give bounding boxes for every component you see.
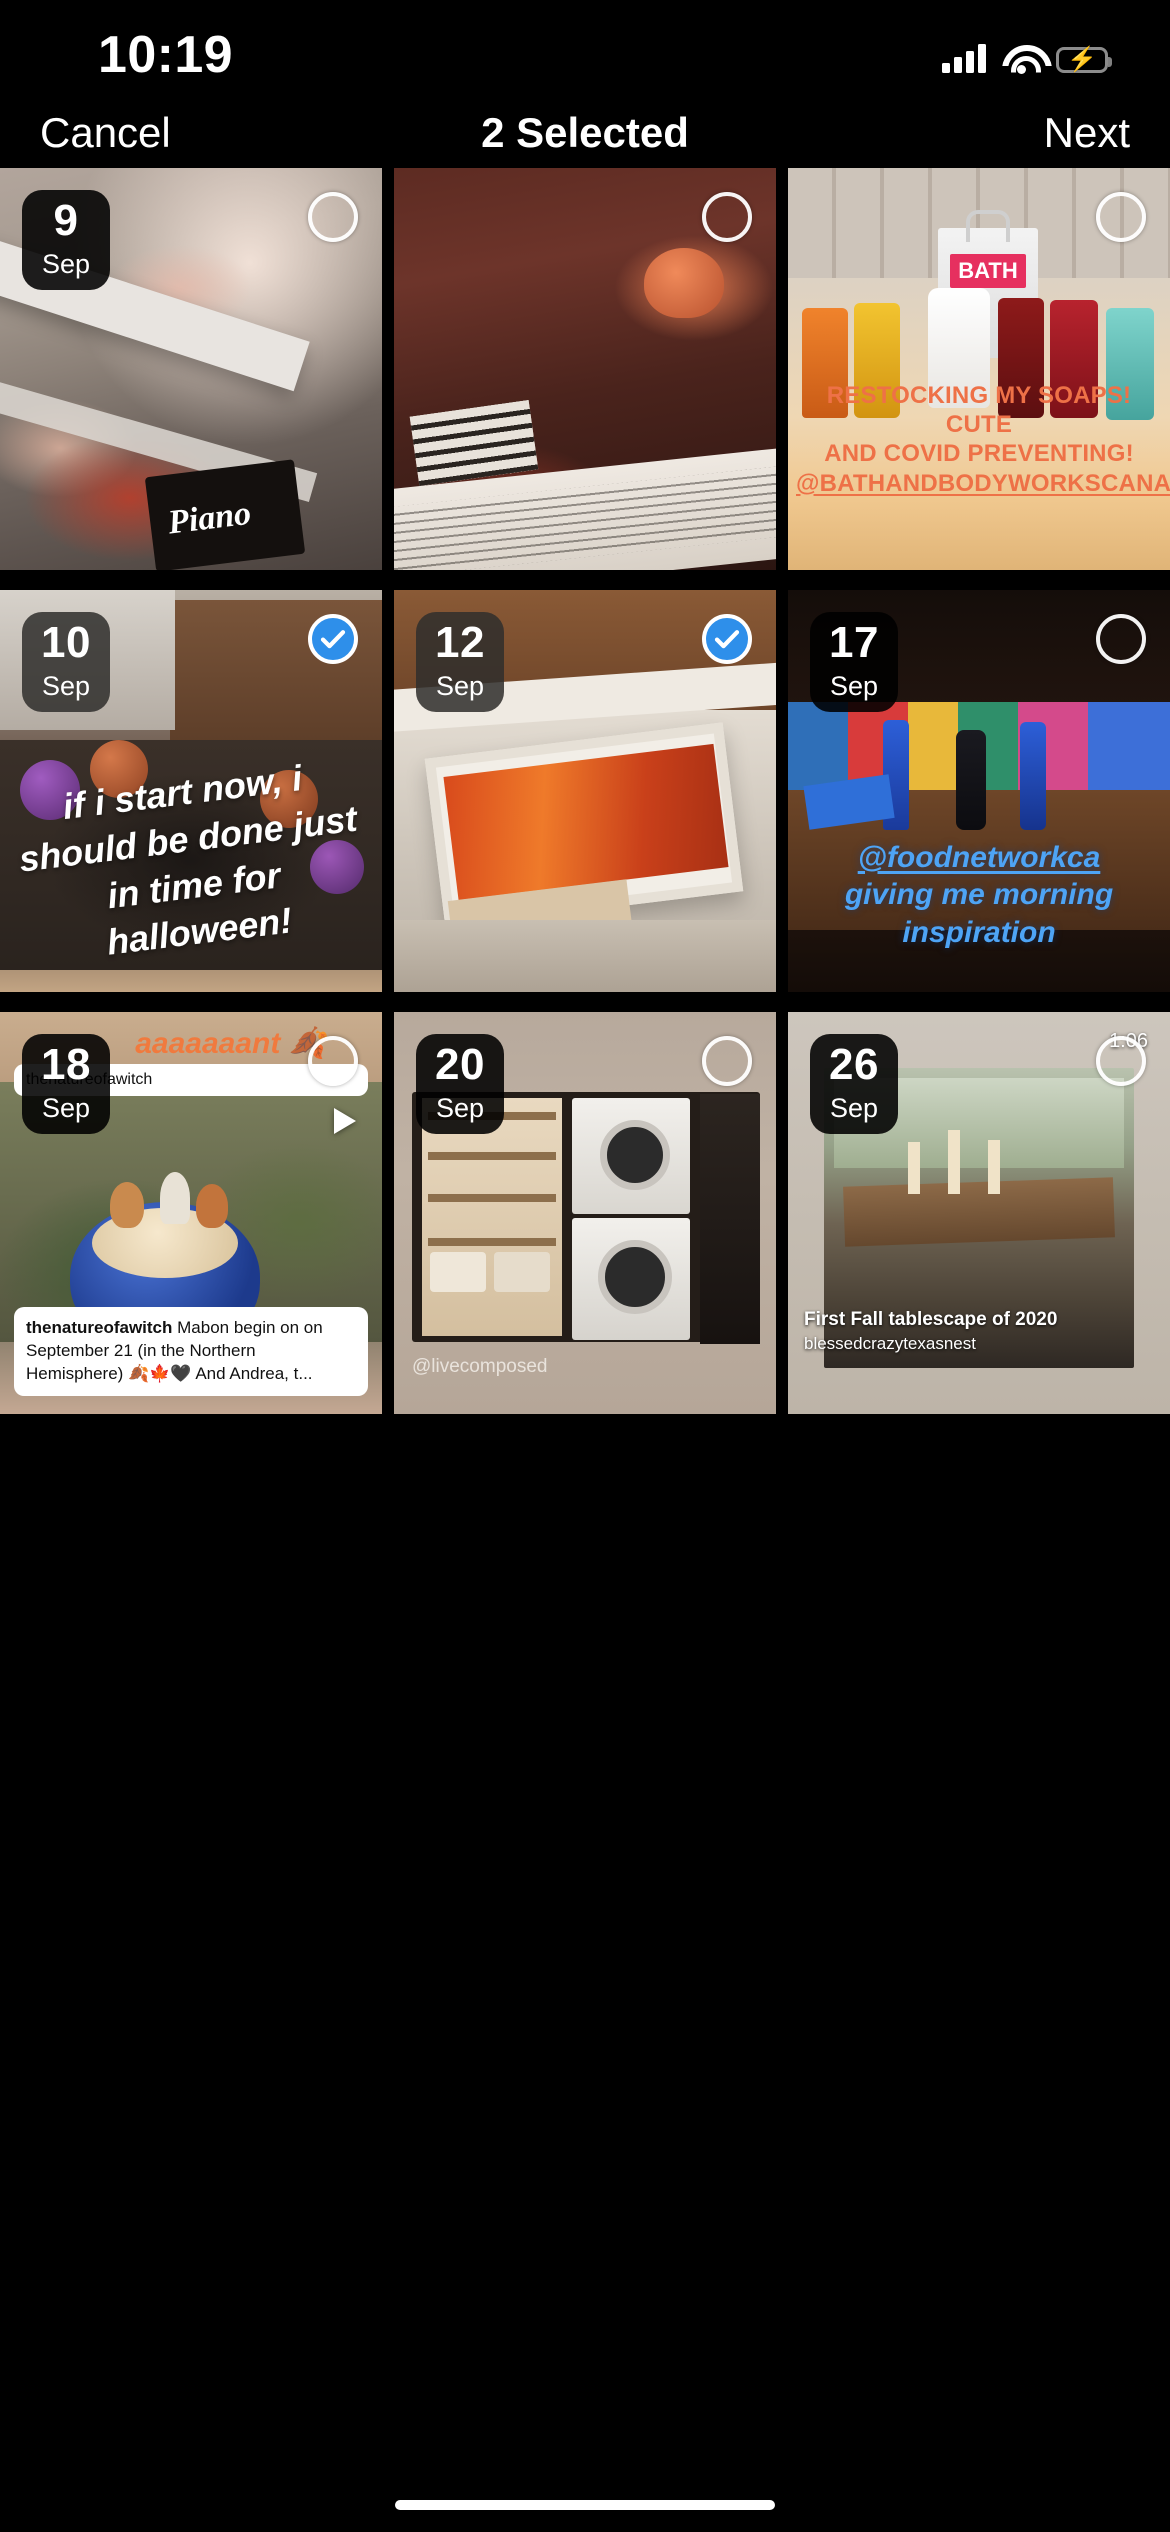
grid-cell-3[interactable]: if i start now, i should be done just in… xyxy=(0,590,382,992)
selection-toggle-6[interactable] xyxy=(308,1036,358,1086)
date-badge-month: Sep xyxy=(435,1093,485,1123)
handle-text-7: @livecomposed xyxy=(412,1356,547,1378)
date-badge-day: 12 xyxy=(435,618,485,667)
date-badge-day: 9 xyxy=(53,196,79,245)
date-badge-month: Sep xyxy=(41,1093,91,1123)
selection-toggle-0[interactable] xyxy=(308,192,358,242)
story-text-overlay-2: RESTOCKING MY SOAPS! CUTE AND COVID PREV… xyxy=(796,381,1170,498)
next-button[interactable]: Next xyxy=(1044,98,1130,168)
story-mention-link: @BATHANDBODYWORKSCANADA xyxy=(796,469,1170,497)
date-badge-day: 26 xyxy=(829,1040,879,1089)
selection-toggle-3[interactable] xyxy=(308,614,358,664)
story-archive-grid: Piano 9 Sep BATH RESTOCKING MY SOAPS! CU… xyxy=(0,168,1170,2398)
grid-cell-1[interactable] xyxy=(394,168,776,570)
checkmark-icon xyxy=(714,630,740,649)
selection-toggle-5[interactable] xyxy=(1096,614,1146,664)
video-caption-title: First Fall tablescape of 2020 xyxy=(804,1309,1058,1330)
signal-bars-icon xyxy=(942,43,986,73)
selection-toggle-8[interactable] xyxy=(1096,1036,1146,1086)
date-badge-5: 17 Sep xyxy=(810,612,898,712)
selection-toggle-7[interactable] xyxy=(702,1036,752,1086)
navigation-bar: Cancel 2 Selected Next xyxy=(0,98,1170,168)
story-text-line: giving me morning xyxy=(844,878,1114,912)
date-badge-day: 10 xyxy=(41,618,91,667)
selection-toggle-4[interactable] xyxy=(702,614,752,664)
home-indicator[interactable] xyxy=(395,2500,775,2510)
grid-cell-0[interactable]: Piano 9 Sep xyxy=(0,168,382,570)
status-bar-indicators: ⚡ xyxy=(942,33,1112,74)
story-text-line: AND COVID PREVENTING! xyxy=(824,440,1134,468)
play-icon[interactable] xyxy=(334,1108,356,1134)
date-badge-day: 18 xyxy=(41,1040,91,1089)
battery-charging-icon: ⚡ xyxy=(1056,47,1112,73)
video-caption-author: blessedcrazytexasnest xyxy=(804,1334,976,1353)
wifi-icon xyxy=(1002,43,1040,74)
date-badge-0: 9 Sep xyxy=(22,190,110,290)
date-badge-month: Sep xyxy=(829,1093,879,1123)
date-badge-day: 17 xyxy=(829,618,879,667)
story-text-line: aaaaaaant 🍂 xyxy=(135,1027,326,1060)
grid-cell-7[interactable]: @livecomposed 20 Sep xyxy=(394,1012,776,1414)
page-title: 2 Selected xyxy=(481,109,689,156)
date-badge-3: 10 Sep xyxy=(22,612,110,712)
handle-text: @livecomposed xyxy=(412,1356,548,1377)
status-bar: 10:19 ⚡ xyxy=(0,0,1170,98)
grid-cell-5[interactable]: @foodnetworkca giving me morning inspira… xyxy=(788,590,1170,992)
status-bar-time: 10:19 xyxy=(98,26,233,84)
grid-cell-2[interactable]: BATH RESTOCKING MY SOAPS! CUTE AND COVID… xyxy=(788,168,1170,570)
selection-toggle-2[interactable] xyxy=(1096,192,1146,242)
video-caption-8: First Fall tablescape of 2020 blessedcra… xyxy=(804,1309,1057,1354)
post-caption-6: thenatureofawitch Mabon begin on on Sept… xyxy=(14,1307,368,1396)
date-badge-6: 18 Sep xyxy=(22,1034,110,1134)
story-text-line: inspiration xyxy=(902,916,1056,950)
grid-cell-6[interactable]: aaaaaaant 🍂 thenatureofawitch thenatureo… xyxy=(0,1012,382,1414)
date-badge-month: Sep xyxy=(41,671,91,701)
story-mention-link: @foodnetworkca xyxy=(857,840,1101,874)
checkmark-icon xyxy=(320,630,346,649)
grid-cell-8[interactable]: 1:06 First Fall tablescape of 2020 bless… xyxy=(788,1012,1170,1414)
date-badge-month: Sep xyxy=(829,671,879,701)
story-text-overlay-5: @foodnetworkca giving me morning inspira… xyxy=(796,839,1162,952)
grid-cell-4[interactable]: 12 Sep xyxy=(394,590,776,992)
date-badge-day: 20 xyxy=(435,1040,485,1089)
date-badge-8: 26 Sep xyxy=(810,1034,898,1134)
story-text-line: RESTOCKING MY SOAPS! CUTE xyxy=(826,381,1132,439)
date-badge-month: Sep xyxy=(435,671,485,701)
date-badge-7: 20 Sep xyxy=(416,1034,504,1134)
date-badge-month: Sep xyxy=(41,249,91,279)
date-badge-4: 12 Sep xyxy=(416,612,504,712)
caption-author: thenatureofawitch xyxy=(26,1318,173,1338)
selection-toggle-1[interactable] xyxy=(702,192,752,242)
